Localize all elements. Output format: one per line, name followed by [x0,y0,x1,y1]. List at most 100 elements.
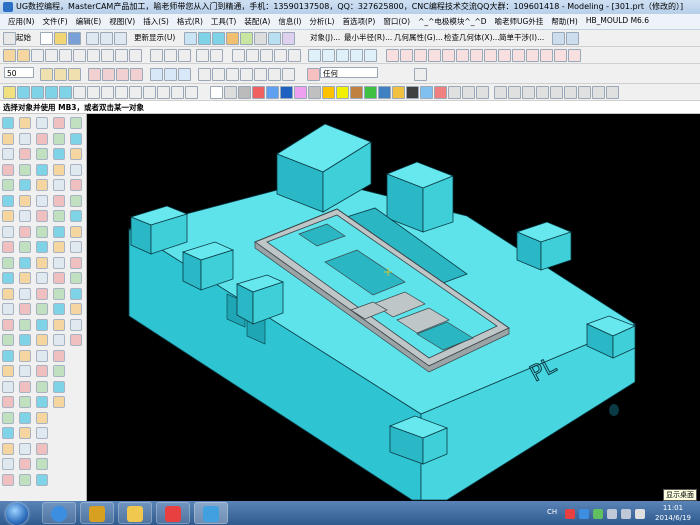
menu-item-7[interactable]: 装配(A) [240,15,274,28]
intersection-snap-icon[interactable] [240,68,253,81]
left-tool-icon-4-3[interactable] [70,163,82,176]
extract-curve-icon[interactable] [129,49,142,62]
left-tool-icon-3-3[interactable] [53,163,65,176]
left-tool-icon-4-13[interactable] [70,318,82,331]
left-tool-icon-4-5[interactable] [70,194,82,207]
tray-icon-3[interactable] [593,509,603,519]
color-white-icon[interactable] [210,86,223,99]
left-tool-icon-2-4[interactable] [36,179,48,191]
snap-mode-icon[interactable] [150,68,163,81]
left-tool-icon-0-22[interactable] [2,458,14,470]
surface-icon-4[interactable] [428,49,441,62]
divide-curve-icon[interactable] [260,49,273,62]
selection-filter-dropdown[interactable]: 任何 [320,67,378,78]
left-tool-icon-3-1[interactable] [53,132,65,145]
select-all-icon[interactable] [414,68,427,81]
cut-icon[interactable] [86,32,99,45]
left-tool-icon-0-5[interactable] [2,194,14,207]
left-tool-icon-1-17[interactable] [19,380,31,393]
menu-item-8[interactable]: 信息(I) [274,15,305,28]
start-menu-button[interactable]: 起始 [16,32,31,43]
display-toggle-icon-11[interactable] [592,86,605,99]
shaded-view-icon[interactable] [198,32,211,45]
left-tool-icon-2-15[interactable] [36,349,48,362]
left-tool-icon-0-9[interactable] [2,256,14,269]
left-tool-icon-2-6[interactable] [36,210,48,222]
revolve-icon[interactable] [31,86,44,99]
check-geometry-button[interactable]: 检查几何体(X)... [444,32,500,43]
left-tool-icon-4-0[interactable] [70,117,82,129]
left-tool-icon-2-8[interactable] [36,241,48,253]
view-fit-icon[interactable] [184,32,197,45]
csys-icon[interactable] [268,32,281,45]
surface-icon-6[interactable] [456,49,469,62]
left-tool-icon-0-15[interactable] [2,349,14,362]
intersect-icon[interactable] [185,86,198,99]
bridge-curve-icon[interactable] [288,49,301,62]
snap-mode-icon-2[interactable] [164,68,177,81]
left-tool-icon-0-14[interactable] [2,334,14,346]
display-toggle-icon-9[interactable] [564,86,577,99]
left-tool-icon-0-23[interactable] [2,473,14,486]
color-sky-icon[interactable] [420,86,433,99]
left-tool-icon-1-9[interactable] [19,256,31,269]
surface-icon-10[interactable] [512,49,525,62]
display-toggle-icon-4[interactable] [494,86,507,99]
volume-icon[interactable] [621,509,631,519]
left-tool-icon-3-10[interactable] [53,272,65,284]
shell-icon[interactable] [101,86,114,99]
surface-icon-11[interactable] [526,49,539,62]
left-tool-icon-1-6[interactable] [19,210,31,222]
display-toggle-icon-5[interactable] [508,86,521,99]
left-tool-icon-2-23[interactable] [36,473,48,486]
point-snap-icon-2[interactable] [102,68,115,81]
extend-icon[interactable] [210,49,223,62]
arc-icon[interactable] [45,49,58,62]
color-gray-icon[interactable] [224,86,237,99]
trim-body-icon[interactable] [129,86,142,99]
simple-interference-button[interactable]: 简单干涉(I)... [499,32,544,43]
left-tool-icon-2-0[interactable] [36,117,48,129]
left-tool-icon-1-8[interactable] [19,241,31,253]
left-tool-icon-2-17[interactable] [36,380,48,393]
left-tool-icon-3-12[interactable] [53,303,65,315]
left-tool-icon-3-16[interactable] [53,365,65,377]
left-tool-icon-2-5[interactable] [36,194,48,207]
left-tool-icon-1-1[interactable] [19,132,31,145]
start-button[interactable] [6,503,28,525]
left-tool-icon-4-9[interactable] [70,256,82,269]
update-display-button[interactable]: 更新显示(U) [134,32,175,43]
sketch-icon[interactable] [3,49,16,62]
left-tool-icon-0-20[interactable] [2,427,14,439]
layer-icon[interactable] [240,32,253,45]
menu-item-15[interactable]: HB_MOULD M6.6 [582,15,653,28]
left-tool-icon-1-19[interactable] [19,411,31,424]
surface-icon[interactable] [386,49,399,62]
snap-icon-2[interactable] [54,68,67,81]
surface-icon-8[interactable] [484,49,497,62]
left-tool-icon-1-10[interactable] [19,272,31,284]
snap-icon[interactable] [40,68,53,81]
menu-item-13[interactable]: 喻老师UG外挂 [491,15,548,28]
color-steel-icon[interactable] [378,86,391,99]
filter-icon[interactable] [307,68,320,81]
left-tool-icon-2-19[interactable] [36,411,48,424]
left-tool-icon-2-22[interactable] [36,458,48,470]
left-tool-icon-0-8[interactable] [2,241,14,253]
point-icon[interactable] [73,49,86,62]
left-tool-icon-2-12[interactable] [36,303,48,315]
left-tool-icon-3-13[interactable] [53,318,65,331]
left-tool-icon-3-9[interactable] [53,256,65,269]
left-tool-icon-3-18[interactable] [53,396,65,408]
left-tool-icon-1-4[interactable] [19,179,31,191]
point-snap-icon-3[interactable] [116,68,129,81]
left-tool-icon-2-1[interactable] [36,132,48,145]
split-body-icon[interactable] [143,86,156,99]
menu-item-0[interactable]: 应用(N) [4,15,38,28]
polygon-icon[interactable] [178,49,191,62]
graphics-viewport[interactable]: PL [87,114,700,501]
left-tool-icon-3-0[interactable] [53,117,65,129]
color-brown-icon[interactable] [350,86,363,99]
taskbar-nx[interactable] [156,502,190,524]
tray-lang[interactable]: CH [547,508,557,516]
